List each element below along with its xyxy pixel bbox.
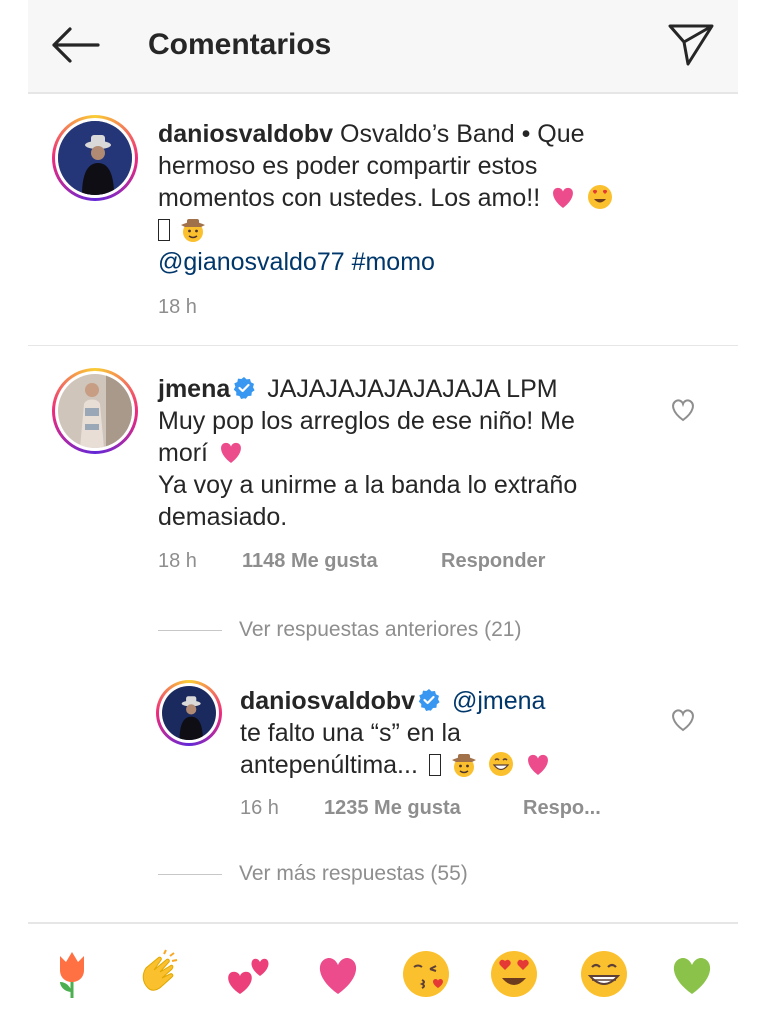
cowboy-face-icon [451,754,476,777]
comment-meta: 18 h 1148 Me gusta Responder [158,550,718,573]
heart-icon [527,754,548,775]
heart-icon [553,187,574,208]
comment-likes[interactable]: 1148 Me gusta [242,550,378,573]
page-title: Comentarios [148,28,332,61]
reply-reply-button[interactable]: Respo... [523,797,601,820]
reply-text: daniosvaldobv @jmena te falto una “s” en… [240,685,660,781]
grinning-face-icon [488,752,513,776]
caption-avatar[interactable] [52,115,138,201]
reply-avatar[interactable] [156,680,222,746]
paper-plane-icon[interactable] [666,20,716,68]
verified-badge-icon [234,377,255,399]
divider-line [158,630,222,631]
heart-icon [221,442,241,463]
heart-icon[interactable] [312,948,364,1000]
caption-username[interactable]: daniosvaldobv [158,120,333,148]
like-heart-icon[interactable] [670,708,696,732]
mention-link[interactable]: @jmena [445,687,545,715]
two-hearts-icon[interactable] [222,948,274,1000]
reply-time: 16 h [240,797,279,819]
comments-screen: Comentarios daniosvaldobv Osvaldo’s Band… [28,0,738,1028]
clapping-hands-icon[interactable] [134,948,186,1000]
header-bar: Comentarios [28,0,738,94]
heart-eyes-face-icon[interactable] [488,948,540,1000]
comment-time: 18 h [158,550,197,572]
green-heart-icon[interactable] [666,948,718,1000]
reply-username[interactable]: daniosvaldobv [240,687,415,715]
missing-glyph-icon [158,219,170,241]
reply-likes[interactable]: 1235 Me gusta [324,797,461,820]
kissing-face-icon[interactable] [400,948,452,1000]
mention-link[interactable]: @gianosvaldo77 [158,248,345,276]
reply-meta: 16 h 1235 Me gusta Respo... [240,797,700,820]
heart-eyes-face-icon [588,185,613,209]
cowboy-face-icon [180,219,205,242]
tulip-icon[interactable] [46,948,98,1000]
caption-text: daniosvaldobv Osvaldo’s Band • Que hermo… [158,118,718,278]
divider-line [158,874,222,875]
caption-time: 18 h [158,296,197,318]
avatar-photo [162,686,216,740]
avatar-photo [58,374,132,448]
caption-meta: 18 h [158,296,197,319]
caption-divider [28,345,738,346]
comment-text: jmena JAJAJAJAJAJAJAJA LPM Muy pop los a… [158,375,578,531]
comment-avatar[interactable] [52,368,138,454]
comment-username[interactable]: jmena [158,375,230,403]
avatar-photo [58,121,132,195]
missing-glyph-icon [428,754,441,776]
like-heart-icon[interactable] [670,398,696,422]
emoji-reaction-bar [28,922,738,1024]
arrow-left-icon[interactable] [50,26,100,64]
comment-reply-button[interactable]: Responder [441,550,545,573]
verified-badge-icon [418,689,440,711]
view-more-replies[interactable]: Ver más respuestas (55) [239,862,468,886]
hashtag-link[interactable]: #momo [352,248,435,276]
view-previous-replies[interactable]: Ver respuestas anteriores (21) [239,618,521,642]
grinning-face-icon[interactable] [578,948,630,1000]
